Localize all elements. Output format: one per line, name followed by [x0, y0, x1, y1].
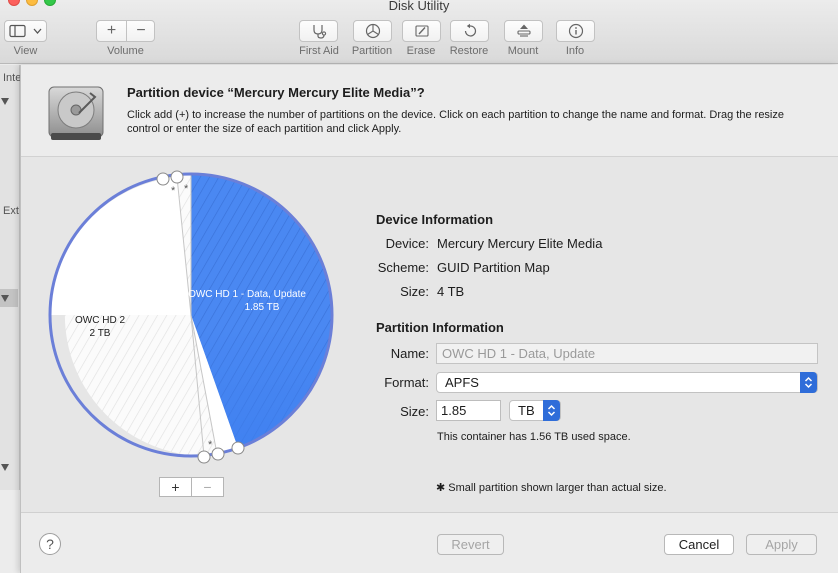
stethoscope-icon [312, 25, 326, 39]
small-partition-marker: * [184, 183, 189, 195]
sheet-description: Click add (+) to increase the number of … [127, 109, 784, 135]
device-label: Device: [385, 236, 429, 251]
pie-slice-owc-hd-2-upper [50, 177, 191, 315]
up-down-chevron-icon [800, 372, 817, 393]
partition-name-field[interactable]: OWC HD 1 - Data, Update [436, 343, 818, 364]
hard-drive-icon [48, 86, 104, 140]
disclosure-triangle-icon[interactable] [1, 98, 9, 105]
disclosure-triangle-icon[interactable] [1, 295, 9, 302]
format-select-value: APFS [445, 375, 479, 390]
window-toolbar: Disk Utility View + − Volume First Aid P… [0, 0, 838, 64]
partition-2-name: OWC HD 2 [75, 315, 125, 326]
sheet-title: Partition device “Mercury Mercury Elite … [127, 85, 425, 100]
info-icon [568, 23, 583, 39]
partition-size-field[interactable]: 1.85 [436, 400, 501, 421]
resize-handle[interactable] [211, 447, 225, 461]
volume-segment: + − [96, 20, 155, 42]
first-aid-label: First Aid [299, 45, 339, 57]
first-aid-button[interactable] [299, 20, 338, 42]
mount-label: Mount [507, 45, 539, 57]
format-select[interactable]: APFS [436, 372, 818, 393]
remove-partition-button[interactable]: − [191, 477, 224, 497]
restore-icon [464, 23, 476, 37]
restore-button[interactable] [450, 20, 489, 42]
info-button[interactable] [556, 20, 595, 42]
scheme-label: Scheme: [377, 260, 429, 275]
device-info-title: Device Information [376, 212, 494, 227]
resize-handle[interactable] [231, 441, 245, 455]
small-partition-marker: * [208, 439, 213, 451]
partition-1-name: OWC HD 1 - Data, Update [188, 289, 306, 300]
partition-info-title: Partition Information [376, 320, 504, 335]
info-label: Info [565, 45, 585, 57]
partition-pie: OWC HD 1 - Data, Update 1.85 TB OWC HD 2… [48, 170, 334, 464]
mount-icon [516, 24, 531, 37]
resize-handle[interactable] [156, 172, 170, 186]
apply-button[interactable]: Apply [746, 534, 817, 555]
erase-button[interactable] [402, 20, 441, 42]
window-title: Disk Utility [388, 0, 450, 13]
add-volume-button[interactable]: + [97, 22, 126, 40]
remove-volume-button[interactable]: − [127, 22, 155, 40]
view-button[interactable] [4, 20, 47, 42]
revert-button[interactable]: Revert [437, 534, 504, 555]
erase-icon [414, 25, 429, 37]
name-label: Name: [390, 346, 429, 361]
erase-label: Erase [406, 45, 436, 57]
sidebar-section-external: Ext [3, 205, 19, 217]
used-space-note: This container has 1.56 TB used space. [437, 431, 631, 443]
sidebar-view-icon [8, 24, 41, 38]
help-button[interactable]: ? [39, 533, 61, 555]
partition-sheet: Partition device “Mercury Mercury Elite … [20, 65, 838, 573]
resize-handle[interactable] [197, 450, 211, 464]
view-label: View [13, 45, 38, 57]
pie-icon [365, 23, 380, 39]
disclosure-triangle-icon[interactable] [1, 464, 9, 471]
sidebar: Inte Ext [0, 65, 22, 490]
scheme-value: GUID Partition Map [437, 260, 550, 275]
cancel-button[interactable]: Cancel [664, 534, 734, 555]
size-unit-select[interactable]: TB [509, 400, 561, 421]
sheet-header: Partition device “Mercury Mercury Elite … [21, 65, 838, 157]
sidebar-section-internal: Inte [3, 72, 22, 84]
add-partition-button[interactable]: + [159, 477, 192, 497]
format-label: Format: [384, 375, 429, 390]
size-label: Size: [400, 404, 429, 419]
small-partition-footnote: ✱ Small partition shown larger than actu… [436, 482, 667, 494]
device-size-value: 4 TB [437, 284, 465, 299]
volume-label: Volume [107, 45, 144, 57]
up-down-chevron-icon [543, 400, 560, 421]
partition-1-size: 1.85 TB [245, 302, 280, 313]
partition-2-size: 2 TB [90, 328, 111, 339]
mount-button[interactable] [504, 20, 543, 42]
size-unit-value: TB [518, 403, 535, 418]
small-partition-marker: * [171, 185, 176, 197]
device-value: Mercury Mercury Elite Media [437, 236, 603, 251]
resize-handle[interactable] [170, 170, 184, 184]
partition-button[interactable] [353, 20, 392, 42]
restore-label: Restore [449, 45, 489, 57]
device-size-label: Size: [400, 284, 429, 299]
partition-label: Partition [351, 45, 393, 57]
